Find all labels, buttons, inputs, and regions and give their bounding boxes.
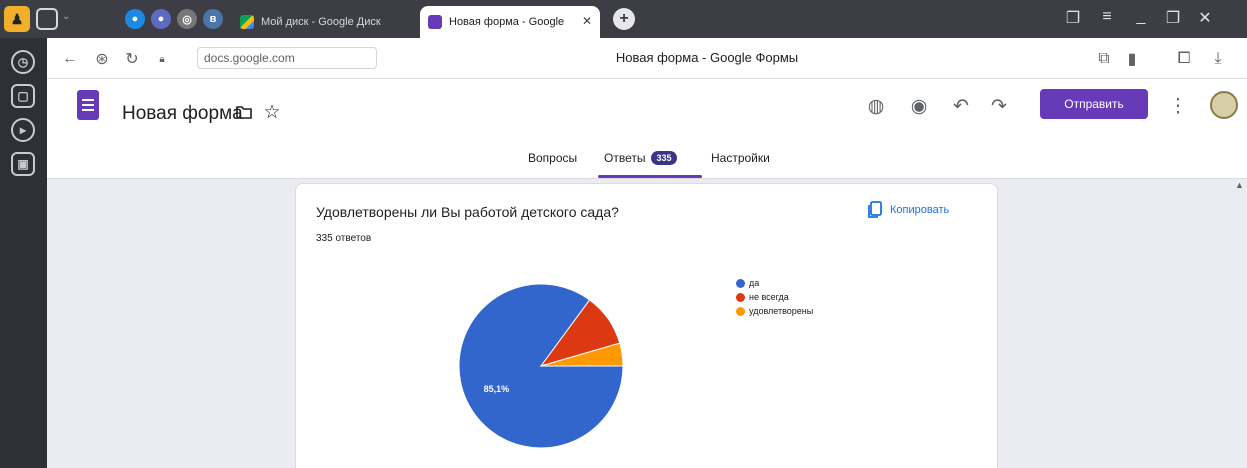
legend-label: не всегда	[749, 292, 789, 302]
redo-icon[interactable]: ↷	[986, 93, 1012, 119]
tab-questions-label: Вопросы	[528, 151, 578, 165]
pinned-tab-icon[interactable]: ◎	[177, 9, 197, 29]
preview-eye-icon[interactable]: ◉	[906, 93, 932, 119]
undo-icon[interactable]: ↶	[948, 93, 974, 119]
browser-logo-icon[interactable]: ♟	[4, 6, 30, 32]
tab-google-forms[interactable]: Новая форма - Google ✕	[420, 6, 600, 38]
extension-icon[interactable]: ▣	[11, 152, 35, 176]
main-content: ▲ Удовлетворены ли Вы работой детского с…	[47, 180, 1247, 468]
copy-window-icon[interactable]: ❐	[1062, 8, 1084, 28]
menu-icon[interactable]: ≡	[1096, 8, 1118, 26]
tab-settings[interactable]: Настройки	[711, 151, 770, 165]
lock-icon: 🔒︎	[159, 53, 165, 65]
minimize-icon[interactable]: _	[1130, 8, 1152, 26]
pie-chart: 85,1%	[458, 283, 624, 449]
google-forms-icon	[428, 15, 442, 29]
question-title: Удовлетворены ли Вы работой детского сад…	[316, 204, 619, 220]
tab-settings-label: Настройки	[711, 151, 770, 165]
browser-sidebar: ◷ ▢ ▸ ▣	[0, 38, 47, 468]
send-button[interactable]: Отправить	[1040, 89, 1148, 119]
chart-legend: да не всегда удовлетворены	[736, 276, 813, 318]
address-bar: ← ⊛ ↻ 🔒︎ docs.google.com Новая форма - G…	[47, 38, 1247, 79]
copy-button-label: Копировать	[890, 204, 950, 216]
chevron-down-icon[interactable]: ⌄	[62, 11, 70, 22]
star-icon[interactable]: ☆	[259, 99, 285, 125]
pie-data-label: 85,1%	[484, 384, 510, 394]
tab-google-drive[interactable]: Мой диск - Google Диск	[232, 6, 412, 38]
download-icon[interactable]: ⤓	[1207, 48, 1229, 70]
legend-label: да	[749, 278, 760, 288]
folder-icon[interactable]	[231, 99, 257, 125]
reload-icon[interactable]: ↻	[121, 48, 143, 70]
close-window-icon[interactable]: ✕	[1194, 8, 1216, 28]
legend-item[interactable]: да	[736, 276, 813, 290]
pinned-tab-icon[interactable]: ●	[125, 9, 145, 29]
maximize-icon[interactable]: ❐	[1162, 8, 1184, 28]
play-icon[interactable]: ▸	[11, 118, 35, 142]
google-drive-icon	[240, 15, 254, 29]
tab-label: Мой диск - Google Диск	[261, 16, 381, 28]
close-tab-icon[interactable]: ✕	[582, 14, 592, 28]
avatar[interactable]	[1210, 91, 1238, 119]
history-icon[interactable]: ◷	[11, 50, 35, 74]
pinned-tab-icon[interactable]: ●	[151, 9, 171, 29]
legend-item[interactable]: удовлетворены	[736, 304, 813, 318]
new-tab-icon[interactable]: +	[613, 8, 635, 30]
legend-item[interactable]: не всегда	[736, 290, 813, 304]
legend-dot	[736, 292, 745, 302]
scroll-up-icon[interactable]: ▲	[1235, 180, 1244, 190]
browser-tab-bar: ♟ ⌄ ● ● ◎ в Мой диск - Google Диск Новая…	[0, 0, 1247, 38]
answers-count-badge: 335	[651, 151, 677, 165]
page-title: Новая форма - Google Формы	[615, 50, 799, 65]
url-field[interactable]: docs.google.com	[197, 47, 377, 69]
yandex-icon[interactable]: ⊛	[91, 48, 113, 70]
extensions-icon[interactable]: ⧠	[1173, 48, 1195, 70]
more-vert-icon[interactable]: ⋮	[1165, 93, 1191, 119]
tab-label: Новая форма - Google	[449, 16, 565, 28]
form-header: Новая форма ☆ ◍ ◉ ↶ ↷ Отправить ⋮ Вопрос…	[47, 79, 1247, 179]
bookmark-icon[interactable]: ▮	[1121, 48, 1143, 70]
tab-list-icon[interactable]	[36, 8, 58, 30]
copy-icon	[868, 201, 882, 218]
active-tab-indicator	[598, 175, 702, 178]
vk-tab-icon[interactable]: в	[203, 9, 223, 29]
response-card: Удовлетворены ли Вы работой детского сад…	[295, 183, 998, 468]
legend-label: удовлетворены	[749, 306, 814, 316]
tab-answers-label: Ответы	[604, 151, 646, 165]
legend-dot	[736, 306, 745, 316]
legend-dot	[736, 278, 745, 288]
tab-answers[interactable]: Ответы 335	[604, 151, 677, 165]
back-arrow-icon[interactable]: ←	[59, 48, 81, 70]
forms-logo-icon[interactable]	[77, 90, 99, 120]
form-title[interactable]: Новая форма	[122, 103, 243, 125]
tab-questions[interactable]: Вопросы	[528, 151, 577, 165]
palette-icon[interactable]: ◍	[863, 93, 889, 119]
reader-mode-icon[interactable]: ⧉	[1093, 48, 1115, 70]
response-count: 335 ответов	[316, 233, 372, 244]
collections-icon[interactable]: ▢	[11, 84, 35, 108]
copy-button[interactable]: Копировать	[867, 201, 949, 219]
